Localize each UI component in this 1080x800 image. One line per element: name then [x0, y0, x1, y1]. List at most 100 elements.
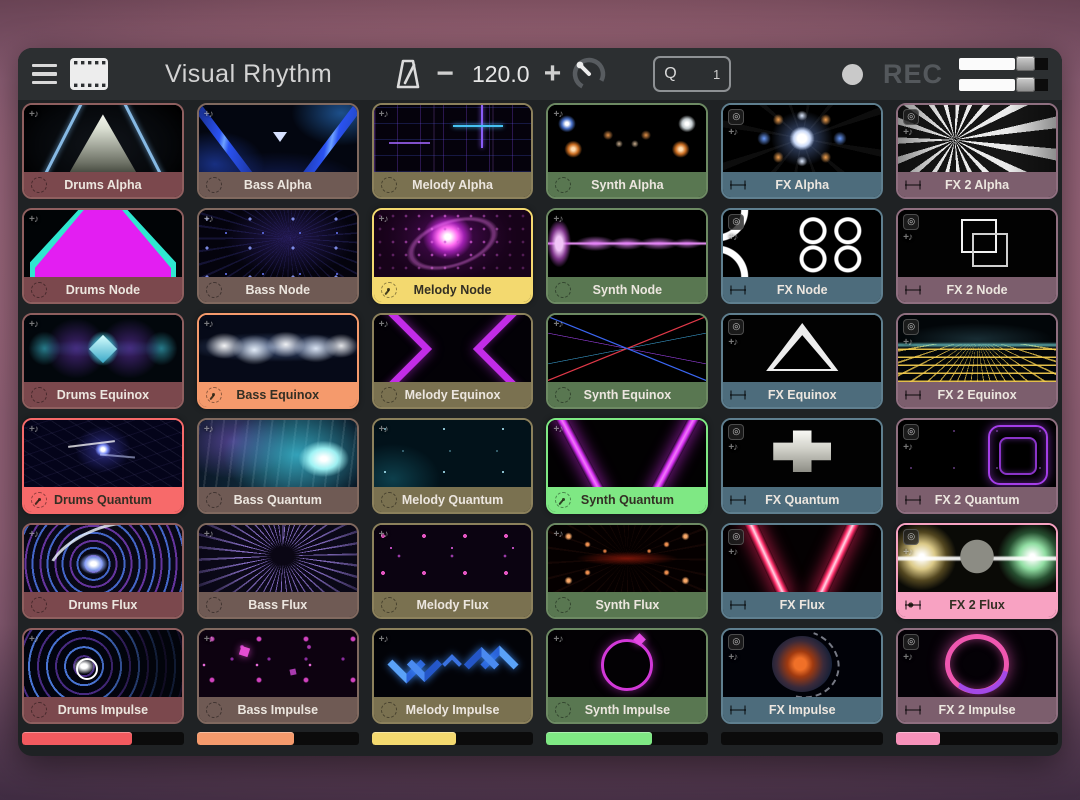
clip-bass-quantum[interactable]: +♪Bass Quantum	[197, 418, 359, 514]
clip-corner-icons: ◎+♪	[903, 109, 919, 138]
clip-fx-2-node[interactable]: ◎+♪FX 2 Node	[896, 208, 1058, 304]
clip-art-fx2-alpha	[898, 105, 1056, 172]
media-library-icon[interactable]	[69, 57, 109, 91]
clip-melody-impulse[interactable]: +♪Melody Impulse	[372, 628, 534, 724]
clip-label-bar: Synth Quantum	[548, 487, 706, 512]
clip-thumbnail: +♪	[199, 420, 357, 487]
audio-reactive-icon: +♪	[379, 319, 388, 330]
tap-tempo-dial[interactable]	[569, 54, 609, 94]
progress-track-fx-2	[896, 732, 1058, 745]
clip-melody-flux[interactable]: +♪ Melody Flux	[372, 523, 534, 619]
clip-art-melody-node	[374, 210, 532, 277]
rec-label: REC	[883, 59, 943, 90]
clip-fx-2-impulse[interactable]: ◎+♪FX 2 Impulse	[896, 628, 1058, 724]
column-progress-row	[18, 724, 1062, 745]
fader-track-top[interactable]	[959, 58, 1015, 70]
fx-badge-icon: ◎	[728, 319, 744, 335]
progress-fill-fx-2	[896, 732, 940, 745]
audio-reactive-icon: +♪	[29, 529, 38, 540]
clip-melody-alpha[interactable]: +♪Melody Alpha	[372, 103, 534, 199]
clip-fx-node[interactable]: ◎+♪FX Node	[721, 208, 883, 304]
clip-synth-node[interactable]: +♪Synth Node	[546, 208, 708, 304]
bpm-increase-button[interactable]: +	[540, 64, 566, 84]
fx-badge-icon: ◎	[903, 424, 919, 440]
loop-trigger-icon	[381, 702, 397, 718]
clip-art-melody-equinox	[374, 315, 532, 382]
clip-fx-quantum[interactable]: ◎+♪FX Quantum	[721, 418, 883, 514]
clip-label-bar: Bass Node	[199, 277, 357, 302]
clip-label-bar: Synth Impulse	[548, 697, 706, 722]
loop-trigger-icon	[206, 177, 222, 193]
bpm-decrease-button[interactable]: −	[432, 64, 458, 84]
clip-drums-impulse[interactable]: +♪Drums Impulse	[22, 628, 184, 724]
clip-bass-flux[interactable]: +♪Bass Flux	[197, 523, 359, 619]
clip-label: Melody Equinox	[405, 388, 501, 402]
clip-drums-node[interactable]: +♪Drums Node	[22, 208, 184, 304]
clip-synth-equinox[interactable]: +♪Synth Equinox	[546, 313, 708, 409]
clip-melody-node[interactable]: +♪Melody Node	[372, 208, 534, 304]
clip-synth-quantum[interactable]: +♪Synth Quantum	[546, 418, 708, 514]
clip-bass-node[interactable]: +♪Bass Node	[197, 208, 359, 304]
clip-bass-equinox[interactable]: +♪Bass Equinox	[197, 313, 359, 409]
clip-art-melody-quantum	[374, 420, 532, 487]
clip-bass-impulse[interactable]: +♪Bass Impulse	[197, 628, 359, 724]
clip-drums-equinox[interactable]: +♪Drums Equinox	[22, 313, 184, 409]
clip-melody-equinox[interactable]: +♪ Melody Equinox	[372, 313, 534, 409]
clip-label-bar: FX 2 Quantum	[898, 487, 1056, 512]
audio-reactive-icon: +♪	[204, 634, 213, 645]
clip-synth-flux[interactable]: +♪Synth Flux	[546, 523, 708, 619]
clip-art-drums-alpha	[24, 105, 182, 172]
audio-reactive-icon: +♪	[204, 424, 213, 435]
clip-label: Synth Quantum	[581, 493, 674, 507]
clip-art-fx-impulse	[723, 630, 881, 697]
audio-reactive-icon: +♪	[379, 529, 388, 540]
fx-badge-icon: ◎	[903, 529, 919, 545]
clip-label-bar: Melody Alpha	[374, 172, 532, 197]
oneshot-trigger-icon	[905, 390, 921, 399]
clip-fx-flux[interactable]: ◎+♪FX Flux	[721, 523, 883, 619]
clip-art-bass-equinox	[199, 315, 357, 382]
clip-art-bass-impulse	[199, 630, 357, 697]
fader-handle-top[interactable]	[1016, 56, 1035, 71]
clip-art-fx-flux	[723, 525, 881, 592]
clip-synth-impulse[interactable]: +♪Synth Impulse	[546, 628, 708, 724]
clip-art-fx-equinox	[723, 315, 881, 382]
oneshot-trigger-icon	[730, 390, 746, 399]
clip-label: FX 2 Equinox	[937, 388, 1016, 402]
fader-track-bottom[interactable]	[959, 79, 1015, 91]
clip-fx-2-alpha[interactable]: ◎+♪FX 2 Alpha	[896, 103, 1058, 199]
clip-label: FX Impulse	[769, 703, 836, 717]
clip-label-bar: Melody Flux	[374, 592, 532, 617]
loop-trigger-icon	[555, 597, 571, 613]
clip-label-bar: Bass Equinox	[199, 382, 357, 407]
clip-drums-alpha[interactable]: +♪Drums Alpha	[22, 103, 184, 199]
clip-fx-impulse[interactable]: ◎+♪FX Impulse	[721, 628, 883, 724]
clip-label-bar: FX 2 Impulse	[898, 697, 1056, 722]
clip-drums-flux[interactable]: +♪Drums Flux	[22, 523, 184, 619]
clip-art-fx2-quantum	[898, 420, 1056, 487]
fader-handle-bottom[interactable]	[1016, 77, 1035, 92]
clip-fx-2-quantum[interactable]: ◎+♪FX 2 Quantum	[896, 418, 1058, 514]
clip-fx-equinox[interactable]: ◎+♪FX Equinox	[721, 313, 883, 409]
clip-fx-2-flux[interactable]: ◎+♪FX 2 Flux	[896, 523, 1058, 619]
clip-fx-2-equinox[interactable]: ◎+♪FX 2 Equinox	[896, 313, 1058, 409]
clip-art-fx-quantum	[723, 420, 881, 487]
clip-bass-alpha[interactable]: +♪Bass Alpha	[197, 103, 359, 199]
column-melody: +♪Melody Alpha+♪Melody Node+♪Melody Equi…	[372, 103, 534, 724]
clip-art-melody-impulse	[374, 630, 532, 697]
menu-icon[interactable]	[32, 64, 57, 85]
clip-label-bar: FX 2 Flux	[898, 592, 1056, 617]
metronome-icon	[394, 58, 422, 90]
clip-label-bar: FX Alpha	[723, 172, 881, 197]
master-fader[interactable]	[959, 56, 1048, 92]
record-indicator[interactable]	[842, 64, 863, 85]
clip-synth-alpha[interactable]: +♪Synth Alpha	[546, 103, 708, 199]
clip-drums-quantum[interactable]: +♪Drums Quantum	[22, 418, 184, 514]
clip-label-bar: Melody Equinox	[374, 382, 532, 407]
clip-label: Synth Node	[593, 283, 662, 297]
clip-fx-alpha[interactable]: ◎+♪FX Alpha	[721, 103, 883, 199]
clip-label: Bass Node	[245, 283, 310, 297]
clip-melody-quantum[interactable]: +♪Melody Quantum	[372, 418, 534, 514]
quantize-selector[interactable]: Q 1	[653, 56, 731, 92]
clip-corner-icons: +♪	[553, 319, 562, 330]
